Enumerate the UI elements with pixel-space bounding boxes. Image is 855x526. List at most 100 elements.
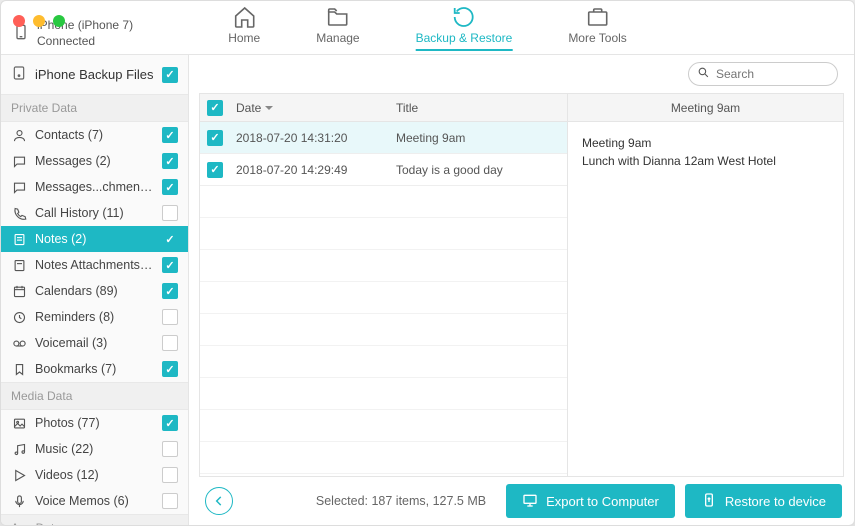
row-checkbox[interactable]: [207, 162, 223, 178]
sidebar-item-checkbox[interactable]: [162, 361, 178, 377]
section-private: Private Data: [1, 94, 188, 122]
restore-button[interactable]: Restore to device: [685, 484, 842, 518]
col-date[interactable]: Date: [230, 101, 390, 115]
nav-backup-label: Backup & Restore: [416, 31, 513, 45]
detail-panel: Meeting 9am Meeting 9am Lunch with Diann…: [567, 93, 844, 477]
detail-body: Meeting 9am Lunch with Dianna 12am West …: [568, 122, 843, 182]
sidebar: iPhone Backup Files Private Data Contact…: [1, 55, 189, 525]
backup-files-icon: [11, 65, 27, 84]
restore-icon: [701, 492, 717, 511]
nav-manage[interactable]: Manage: [316, 5, 359, 51]
sidebar-item-label: Calendars (89): [35, 284, 154, 298]
restore-label: Restore to device: [725, 494, 826, 509]
calendar-icon: [11, 283, 27, 299]
search-icon: [697, 66, 710, 82]
contacts-icon: [11, 127, 27, 143]
minimize-icon[interactable]: [33, 15, 45, 27]
sidebar-item-voice-memos[interactable]: Voice Memos (6): [1, 488, 188, 514]
sidebar-item-label: Notes Attachments (1): [35, 258, 154, 272]
nav-more-tools[interactable]: More Tools: [568, 5, 626, 51]
maximize-icon[interactable]: [53, 15, 65, 27]
select-all-checkbox[interactable]: [207, 100, 223, 116]
table-header: Date Title: [200, 94, 567, 122]
sidebar-item-label: Call History (11): [35, 206, 154, 220]
section-app: App Data: [1, 514, 188, 525]
sidebar-item-contacts[interactable]: Contacts (7): [1, 122, 188, 148]
row-date: 2018-07-20 14:29:49: [230, 163, 390, 177]
export-icon: [522, 492, 538, 511]
sidebar-item-call-history[interactable]: Call History (11): [1, 200, 188, 226]
sidebar-item-checkbox[interactable]: [162, 309, 178, 325]
row-title: Today is a good day: [390, 163, 567, 177]
col-title[interactable]: Title: [390, 101, 567, 115]
table-body: 2018-07-20 14:31:20 Meeting 9am 2018-07-…: [200, 122, 567, 476]
sidebar-item-label: Voicemail (3): [35, 336, 154, 350]
sidebar-item-label: Bookmarks (7): [35, 362, 154, 376]
sidebar-item-checkbox[interactable]: [162, 231, 178, 247]
sidebar-item-checkbox[interactable]: [162, 179, 178, 195]
sidebar-item-checkbox[interactable]: [162, 283, 178, 299]
sidebar-item-bookmarks[interactable]: Bookmarks (7): [1, 356, 188, 382]
detail-text: Lunch with Dianna 12am West Hotel: [582, 152, 829, 170]
search-box[interactable]: [688, 62, 838, 86]
footer: Selected: 187 items, 127.5 MB Export to …: [189, 477, 854, 525]
search-input[interactable]: [716, 67, 855, 81]
sidebar-item-music[interactable]: Music (22): [1, 436, 188, 462]
reminders-icon: [11, 309, 27, 325]
videos-icon: [11, 467, 27, 483]
table-row[interactable]: 2018-07-20 14:31:20 Meeting 9am: [200, 122, 567, 154]
sidebar-item-voicemail[interactable]: Voicemail (3): [1, 330, 188, 356]
sidebar-item-label: Photos (77): [35, 416, 154, 430]
nav-manage-label: Manage: [316, 31, 359, 45]
export-button[interactable]: Export to Computer: [506, 484, 675, 518]
sidebar-item-checkbox[interactable]: [162, 153, 178, 169]
nav-backup-restore[interactable]: Backup & Restore: [416, 5, 513, 51]
sidebar-item-checkbox[interactable]: [162, 467, 178, 483]
detail-header: Meeting 9am: [568, 94, 843, 122]
sidebar-item-calendars[interactable]: Calendars (89): [1, 278, 188, 304]
titlebar: iPhone (iPhone 7) Connected Home Manage …: [1, 1, 854, 55]
sidebar-item-checkbox[interactable]: [162, 415, 178, 431]
voicemail-icon: [11, 335, 27, 351]
row-title: Meeting 9am: [390, 131, 567, 145]
sidebar-item-photos[interactable]: Photos (77): [1, 410, 188, 436]
sidebar-item-checkbox[interactable]: [162, 335, 178, 351]
nav-home[interactable]: Home: [228, 5, 260, 51]
sidebar-item-notes[interactable]: Notes (2): [1, 226, 188, 252]
sidebar-item-checkbox[interactable]: [162, 127, 178, 143]
sidebar-item-checkbox[interactable]: [162, 493, 178, 509]
sidebar-item-label: Messages (2): [35, 154, 154, 168]
notes-table: Date Title 2018-07-20 14:31:20 Meeting 9…: [199, 93, 567, 477]
device-status: Connected: [37, 34, 133, 50]
sidebar-item-message-attachments[interactable]: Messages...chments (6): [1, 174, 188, 200]
main: Date Title 2018-07-20 14:31:20 Meeting 9…: [189, 55, 854, 525]
sidebar-item-videos[interactable]: Videos (12): [1, 462, 188, 488]
row-checkbox[interactable]: [207, 130, 223, 146]
close-icon[interactable]: [13, 15, 25, 27]
app-window: iPhone (iPhone 7) Connected Home Manage …: [0, 0, 855, 526]
sidebar-item-checkbox[interactable]: [162, 257, 178, 273]
photos-icon: [11, 415, 27, 431]
nav-tools-label: More Tools: [568, 31, 626, 45]
sidebar-header-label: iPhone Backup Files: [35, 67, 154, 82]
sidebar-item-label: Messages...chments (6): [35, 180, 154, 194]
sidebar-item-messages[interactable]: Messages (2): [1, 148, 188, 174]
sidebar-item-checkbox[interactable]: [162, 205, 178, 221]
notes-icon: [11, 231, 27, 247]
window-controls: [13, 15, 65, 27]
music-icon: [11, 441, 27, 457]
export-label: Export to Computer: [546, 494, 659, 509]
table-row[interactable]: 2018-07-20 14:29:49 Today is a good day: [200, 154, 567, 186]
sidebar-item-reminders[interactable]: Reminders (8): [1, 304, 188, 330]
notes-attach-icon: [11, 257, 27, 273]
body: iPhone Backup Files Private Data Contact…: [1, 55, 854, 525]
sidebar-item-label: Videos (12): [35, 468, 154, 482]
sidebar-item-notes-attachments[interactable]: Notes Attachments (1): [1, 252, 188, 278]
section-media: Media Data: [1, 382, 188, 410]
messages-icon: [11, 153, 27, 169]
voice-memo-icon: [11, 493, 27, 509]
sidebar-item-checkbox[interactable]: [162, 441, 178, 457]
sidebar-header-checkbox[interactable]: [162, 67, 178, 83]
prev-page-button[interactable]: [205, 487, 233, 515]
sidebar-item-label: Music (22): [35, 442, 154, 456]
